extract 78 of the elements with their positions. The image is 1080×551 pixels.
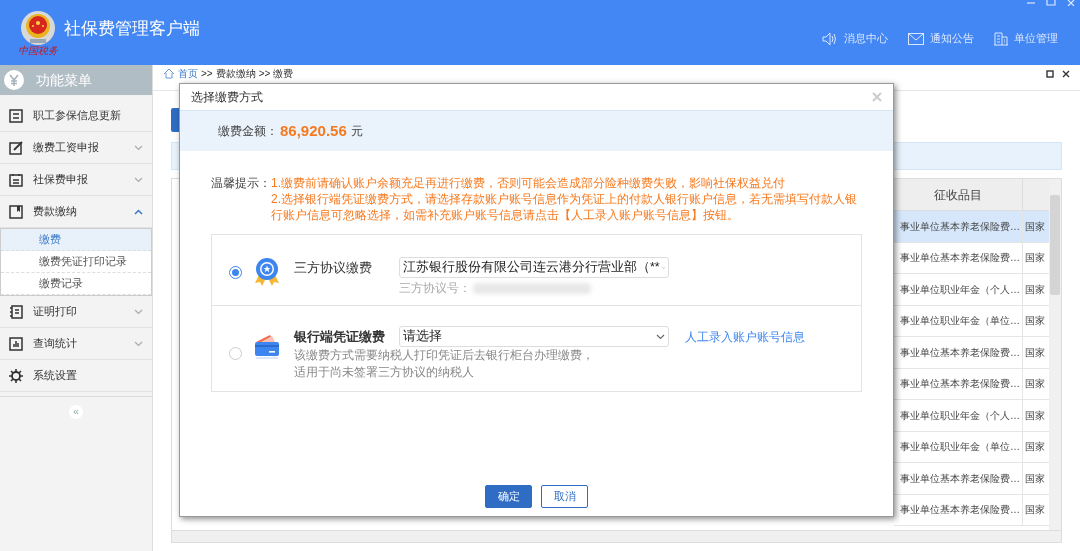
menu-item[interactable]: 职工参保信息更新	[0, 100, 152, 132]
table-row[interactable]: 事业单位基本养老保险费… 国家	[894, 494, 1049, 526]
breadcrumb-separator: >>	[258, 68, 271, 79]
cancel-button[interactable]: 取消	[541, 485, 588, 508]
home-icon[interactable]	[163, 68, 175, 79]
submenu-item[interactable]: 缴费	[1, 229, 151, 251]
chart-icon	[9, 336, 23, 351]
menu-title: 功能菜单	[36, 70, 92, 90]
table-cell-text: 国家	[1024, 408, 1046, 423]
dropdown-field[interactable]: 请选择	[399, 326, 669, 347]
manual-entry-link[interactable]: 人工录入账户账号信息	[685, 327, 805, 346]
speaker-icon	[822, 31, 838, 46]
agreement-number-label: 三方协议号：	[399, 280, 471, 297]
book-icon	[9, 204, 23, 219]
notice-label: 温馨提示：	[211, 175, 271, 192]
description-text: 该缴费方式需要纳税人打印凭证后去银行柜台办理缴费，	[294, 348, 595, 363]
notice-text: 1.缴费前请确认账户余额充足再进行缴费，否则可能会造成部分险种缴费失败，影响社保权益兑付	[271, 175, 786, 191]
table-row[interactable]: 事业单位基本养老保险费… 国家	[894, 337, 1049, 369]
table-row[interactable]: 事业单位基本养老保险费… 国家	[894, 242, 1049, 274]
list-icon	[9, 108, 23, 123]
radio-button[interactable]	[229, 266, 242, 279]
menu-item[interactable]: 查询统计	[0, 328, 152, 360]
table-cell-text: 国家	[1024, 314, 1046, 329]
horizontal-scrollbar[interactable]	[172, 530, 1061, 542]
table-cell-text: 国家	[1024, 377, 1046, 392]
option-label: 银行端凭证缴费	[294, 327, 386, 346]
medal-icon	[252, 257, 282, 287]
yen-icon	[4, 70, 24, 90]
table-row[interactable]: 事业单位职业年金（个人… 国家	[894, 274, 1049, 306]
building-icon	[994, 31, 1008, 46]
table-cell-text: 国家	[1024, 282, 1046, 297]
notice-text: 2.选择银行端凭证缴费方式，请选择存款账户账号信息作为凭证上的付款人银行账户信息，若无需填写付款人银行账户信息可忽略选择，如需补充账户账号信息请点击【人工录入账户账号信息】按钮。	[271, 191, 858, 223]
logo-text: 中国税务	[18, 45, 58, 56]
amount-unit: 元	[350, 123, 363, 140]
document-icon	[9, 304, 23, 319]
table-row[interactable]: 事业单位职业年金（单位… 国家	[894, 431, 1049, 463]
close-icon[interactable]	[1062, 69, 1070, 78]
table-row[interactable]: 事业单位基本养老保险费… 国家	[894, 463, 1049, 495]
table-row[interactable]: 事业单位基本养老保险费… 国家	[894, 368, 1049, 400]
breadcrumb-separator: >>	[201, 68, 213, 79]
breadcrumb-text: 缴费	[273, 68, 294, 79]
amount-value: 86,920.56	[280, 120, 347, 141]
radio-button[interactable]	[229, 347, 242, 360]
submenu-item[interactable]: 缴费记录	[1, 273, 151, 295]
confirm-button[interactable]: 确定	[485, 485, 532, 508]
menu-item[interactable]: 社保费申报	[0, 164, 152, 196]
table-cell-text: 国家	[1024, 503, 1046, 518]
option-label: 三方协议缴费	[294, 258, 373, 277]
breadcrumb-link[interactable]: 首页	[178, 68, 198, 79]
gear-icon	[9, 368, 23, 383]
breadcrumb-text: 费款缴纳	[215, 68, 256, 79]
app-title: 社保费管理客户端	[64, 17, 200, 40]
vertical-scrollbar[interactable]	[1049, 179, 1061, 530]
table-row[interactable]: 事业单位职业年金（单位… 国家	[894, 305, 1049, 337]
envelope-icon	[908, 32, 924, 45]
dropdown-field[interactable]: 江苏银行股份有限公司连云港分行营业部（**	[399, 257, 669, 278]
table-row[interactable]: 事业单位职业年金（个人… 国家	[894, 400, 1049, 432]
bank-card-icon	[252, 332, 282, 360]
menu-item[interactable]: 证明打印	[0, 296, 152, 328]
minimize-icon[interactable]	[1026, 0, 1036, 6]
menu-item[interactable]: 系统设置	[0, 360, 152, 392]
submenu-item[interactable]: 缴费凭证打印记录	[1, 251, 151, 273]
amount-label: 缴费金额：	[218, 123, 278, 140]
table-cell-text: 国家	[1024, 440, 1046, 455]
chevron-down-icon	[656, 333, 665, 340]
restore-icon[interactable]	[1046, 69, 1054, 78]
table-cell-text: 国家	[1024, 345, 1046, 360]
table-cell-text: 国家	[1024, 471, 1046, 486]
table-cell-text: 国家	[1024, 219, 1046, 234]
clipboard-icon	[9, 172, 23, 187]
description-text: 适用于尚未签署三方协议的纳税人	[294, 365, 475, 380]
menu-item[interactable]: 缴费工资申报	[0, 132, 152, 164]
table-row[interactable]: 事业单位基本养老保险费… 国家	[894, 211, 1049, 243]
edit-icon	[9, 140, 23, 155]
dialog-title: 选择缴费方式	[191, 89, 263, 106]
emblem-logo-icon	[20, 9, 56, 46]
maximize-icon[interactable]	[1046, 0, 1056, 6]
table-cell-text: 国家	[1024, 251, 1046, 266]
